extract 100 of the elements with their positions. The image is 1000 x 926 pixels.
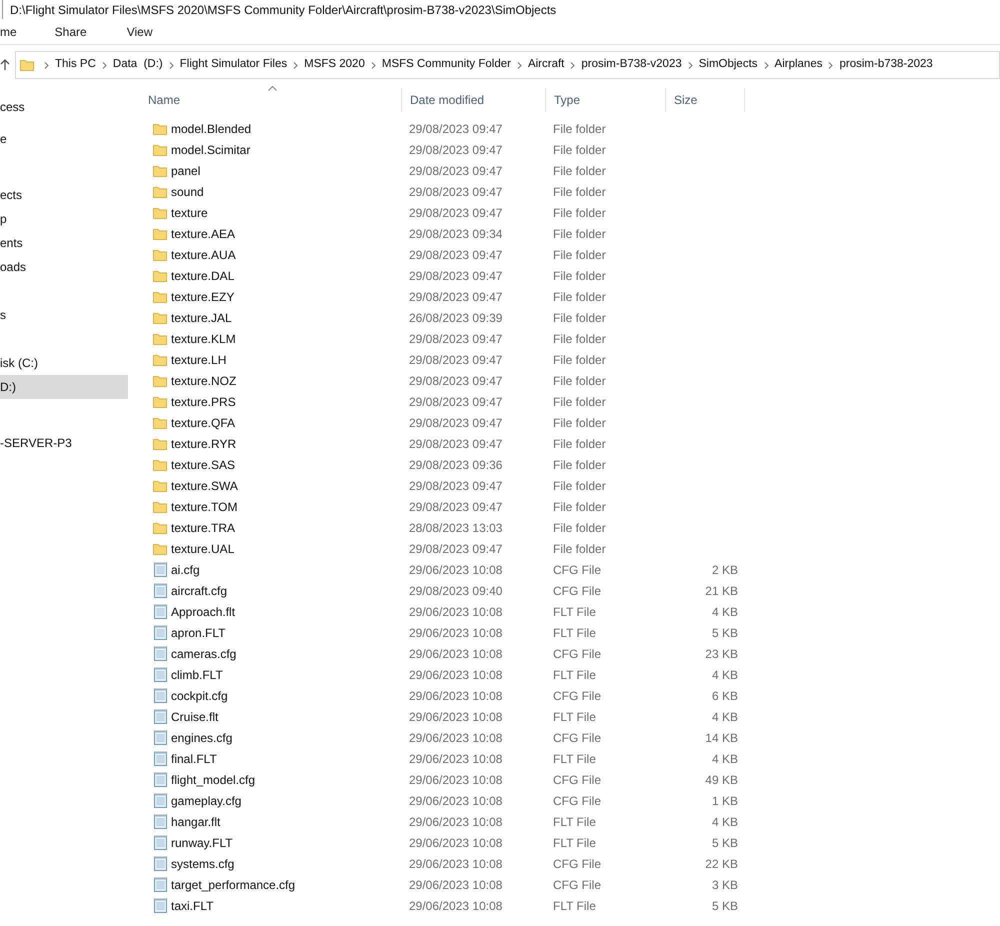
file-name[interactable]: gameplay.cfg (171, 792, 242, 810)
breadcrumb[interactable]: Airplanes (774, 56, 822, 74)
column-header[interactable]: Date modified (402, 91, 484, 109)
file-name[interactable]: final.FLT (171, 750, 217, 768)
file-name[interactable]: climb.FLT (171, 666, 223, 684)
file-name[interactable]: texture.TRA (171, 518, 236, 536)
file-name[interactable]: cameras.cfg (171, 644, 236, 662)
nav-item[interactable]: s (0, 303, 128, 327)
file-name[interactable]: runway.FLT (171, 834, 233, 852)
ribbon-tab[interactable]: me (0, 22, 35, 40)
file-type: FLT File (553, 752, 596, 766)
file-name[interactable]: texture.EZY (171, 288, 234, 306)
file-type: File folder (553, 290, 606, 304)
file-name[interactable]: texture.KLM (171, 330, 236, 348)
file-name[interactable]: texture.SWA (171, 476, 238, 494)
date-modified: 29/06/2023 10:08 (409, 836, 502, 850)
file-type: File folder (553, 164, 606, 178)
file-size: 22 KB (705, 856, 738, 872)
date-modified: 29/08/2023 09:47 (409, 542, 502, 556)
date-modified: 29/06/2023 10:08 (409, 668, 502, 682)
file-name[interactable]: texture.AEA (171, 224, 236, 242)
nav-item[interactable]: ents (0, 231, 128, 255)
file-size: 3 KB (712, 876, 738, 894)
nav-item[interactable]: isk (C:) (0, 351, 128, 375)
date-modified: 29/06/2023 10:08 (409, 794, 502, 808)
file-type: File folder (553, 542, 606, 556)
date-modified: 29/06/2023 10:08 (409, 562, 502, 576)
file-name[interactable]: texture.QFA (171, 414, 236, 432)
date-modified: 29/08/2023 09:47 (409, 248, 502, 262)
file-name[interactable]: model.Blended (171, 120, 252, 138)
file-name[interactable]: texture.RYR (171, 434, 236, 452)
file-name[interactable]: hangar.flt (171, 812, 220, 830)
file-name[interactable]: target_performance.cfg (171, 876, 296, 894)
file-name[interactable]: texture.TOM (171, 498, 238, 516)
file-name[interactable]: texture.JAL (171, 308, 232, 326)
file-type: File folder (553, 394, 606, 408)
file-name[interactable]: engines.cfg (171, 728, 232, 746)
date-modified: 29/08/2023 09:47 (409, 122, 502, 136)
file-type: FLT File (553, 626, 596, 640)
column-header[interactable]: Name (140, 91, 180, 109)
file-name[interactable]: texture (171, 204, 208, 222)
file-name[interactable]: flight_model.cfg (171, 770, 256, 788)
date-modified: 29/06/2023 10:08 (409, 898, 502, 912)
file-type: File folder (553, 206, 606, 220)
date-modified: 29/06/2023 10:08 (409, 856, 502, 870)
file-name[interactable]: cockpit.cfg (171, 686, 228, 704)
nav-item[interactable]: oads (0, 255, 128, 279)
breadcrumb[interactable]: Data (D:) (112, 56, 163, 74)
breadcrumb[interactable]: prosim-B738-v2023 (581, 56, 682, 74)
file-name[interactable]: texture.LH (171, 350, 226, 368)
nav-item[interactable]: e (0, 127, 128, 151)
date-modified: 29/08/2023 09:40 (409, 584, 502, 598)
file-type: File folder (553, 122, 606, 136)
breadcrumb[interactable]: MSFS 2020 (304, 56, 365, 74)
nav-item[interactable]: -SERVER-P3 (0, 431, 128, 455)
nav-item[interactable]: p (0, 207, 128, 231)
file-name[interactable]: texture.AUA (171, 246, 236, 264)
ribbon-tab[interactable]: Share (34, 22, 107, 40)
file-name[interactable]: texture.DAL (171, 266, 234, 284)
nav-item[interactable]: D:) (0, 375, 128, 399)
file-name[interactable]: texture.PRS (171, 392, 236, 410)
breadcrumb[interactable]: This PC (55, 56, 96, 74)
file-name[interactable]: texture.SAS (171, 456, 236, 474)
file-name[interactable]: taxi.FLT (171, 896, 214, 914)
file-name[interactable]: texture.UAL (171, 540, 234, 558)
file-name[interactable]: aircraft.cfg (171, 582, 228, 600)
file-name[interactable]: model.Scimitar (171, 140, 250, 158)
file-name[interactable]: sound (171, 182, 204, 200)
nav-item[interactable]: ects (0, 183, 128, 207)
file-type: File folder (553, 248, 606, 262)
ribbon-tab[interactable]: View (106, 22, 172, 40)
file-type: File folder (553, 436, 606, 450)
file-size: 6 KB (712, 688, 738, 704)
nav-item[interactable]: cess (0, 95, 128, 119)
column-header[interactable]: Size (666, 91, 698, 109)
file-name[interactable]: ai.cfg (171, 560, 200, 578)
file-name[interactable]: texture.NOZ (171, 372, 236, 390)
file-name[interactable]: Approach.flt (171, 602, 236, 620)
file-name[interactable]: systems.cfg (171, 854, 234, 872)
breadcrumb[interactable]: Flight Simulator Files (180, 56, 288, 74)
file-name[interactable]: Cruise.flt (171, 708, 218, 726)
column-header[interactable]: Type (546, 91, 580, 109)
file-type: CFG File (553, 794, 601, 808)
file-type: FLT File (553, 668, 596, 682)
breadcrumb[interactable]: prosim-b738-2023 (839, 56, 933, 74)
file-name[interactable]: apron.FLT (171, 624, 226, 642)
address-bar[interactable]: This PC Data (D:) Flight Simulator Files MSFS 2020 MSFS Community Folder Aircraft prosim-B738-v2023 SimObjects Airplanes prosim-b738-2023 (15, 51, 1000, 79)
date-modified: 29/08/2023 09:47 (409, 290, 502, 304)
date-modified: 29/08/2023 09:47 (409, 206, 502, 220)
breadcrumb[interactable]: MSFS Community Folder (382, 56, 511, 74)
date-modified: 29/06/2023 10:08 (409, 772, 502, 786)
file-type: CFG File (553, 878, 601, 892)
file-size: 5 KB (712, 898, 738, 914)
breadcrumb[interactable]: Aircraft (528, 56, 564, 74)
breadcrumb[interactable]: SimObjects (698, 56, 758, 74)
date-modified: 29/06/2023 10:08 (409, 688, 502, 702)
file-name[interactable]: panel (171, 162, 200, 180)
date-modified: 29/08/2023 09:47 (409, 478, 502, 492)
file-type: CFG File (553, 730, 601, 744)
file-type: File folder (553, 478, 606, 492)
